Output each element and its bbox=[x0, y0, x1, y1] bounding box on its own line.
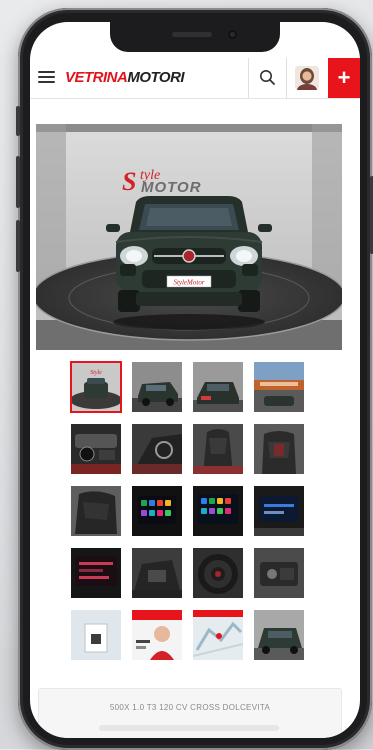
hamburger-menu-icon[interactable] bbox=[38, 70, 55, 84]
header-divider bbox=[248, 58, 249, 98]
gallery-thumbnail[interactable] bbox=[71, 610, 121, 660]
gallery-thumbnail[interactable] bbox=[254, 548, 304, 598]
gallery-thumbnail[interactable] bbox=[193, 548, 243, 598]
svg-text:MOTOR: MOTOR bbox=[141, 179, 202, 196]
listing-subtitle-placeholder bbox=[99, 725, 279, 731]
gallery-thumbnail[interactable] bbox=[254, 362, 304, 412]
add-listing-button[interactable]: + bbox=[328, 58, 360, 98]
gallery-thumbnail[interactable] bbox=[132, 610, 182, 660]
svg-text:Style: Style bbox=[90, 370, 102, 376]
gallery-thumbnail[interactable]: Style bbox=[70, 361, 122, 413]
user-avatar-icon[interactable] bbox=[294, 65, 320, 91]
speaker-grille bbox=[172, 32, 212, 37]
front-camera bbox=[228, 30, 237, 39]
gallery-thumbnail[interactable] bbox=[71, 548, 121, 598]
svg-text:StyleMotor: StyleMotor bbox=[173, 279, 204, 287]
gallery-thumbnail[interactable] bbox=[132, 486, 182, 536]
gallery-thumbnail[interactable] bbox=[254, 486, 304, 536]
main-car-photo[interactable]: S tyle MOTOR StyleMotor bbox=[36, 124, 342, 350]
svg-text:S: S bbox=[122, 167, 136, 196]
thumbnail-gallery: Style bbox=[70, 361, 311, 660]
site-logo[interactable]: VETRINAMOTORI bbox=[65, 69, 185, 86]
mute-switch bbox=[16, 106, 20, 136]
header-divider bbox=[286, 58, 287, 98]
gallery-thumbnail[interactable] bbox=[254, 424, 304, 474]
gallery-thumbnail[interactable] bbox=[193, 424, 243, 474]
gallery-thumbnail[interactable] bbox=[132, 362, 182, 412]
gallery-thumbnail[interactable] bbox=[132, 548, 182, 598]
site-header: VETRINAMOTORI + bbox=[30, 58, 360, 99]
gallery-thumbnail[interactable] bbox=[254, 610, 304, 660]
logo-part-vetrina: VETRINA bbox=[65, 69, 128, 86]
gallery-thumbnail[interactable] bbox=[193, 486, 243, 536]
phone-notch bbox=[110, 22, 280, 52]
gallery-thumbnail[interactable] bbox=[132, 424, 182, 474]
phone-screen: VETRINAMOTORI + S tyle MOTOR StyleMotor … bbox=[30, 22, 360, 738]
gallery-thumbnail[interactable] bbox=[71, 424, 121, 474]
search-icon[interactable] bbox=[258, 68, 278, 88]
volume-up-button bbox=[16, 156, 20, 208]
listing-title-card: 500X 1.0 T3 120 CV CROSS DOLCEVITA bbox=[38, 688, 342, 738]
gallery-thumbnail[interactable] bbox=[193, 362, 243, 412]
listing-title: 500X 1.0 T3 120 CV CROSS DOLCEVITA bbox=[109, 703, 271, 712]
gallery-thumbnail[interactable] bbox=[71, 486, 121, 536]
volume-down-button bbox=[16, 220, 20, 272]
gallery-thumbnail[interactable] bbox=[193, 610, 243, 660]
logo-part-motori: MOTORI bbox=[127, 69, 185, 86]
